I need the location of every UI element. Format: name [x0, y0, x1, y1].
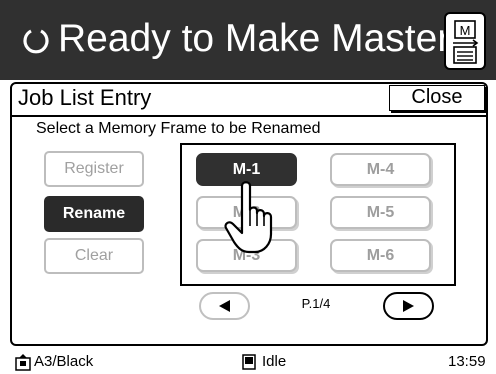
- title-divider: [10, 115, 488, 117]
- next-arrow-icon: [403, 300, 414, 312]
- machine-state-status: Idle: [262, 353, 287, 370]
- hand-pointer-icon: [224, 181, 273, 254]
- document-info-button[interactable]: M: [444, 12, 486, 70]
- close-button[interactable]: Close: [389, 85, 485, 111]
- instruction-text: Select a Memory Frame to be Renamed: [36, 120, 321, 137]
- paper-tray-icon: [15, 354, 31, 371]
- header-bar: Ready to Make Master M: [0, 0, 496, 80]
- prev-page-button[interactable]: [199, 292, 250, 320]
- clear-button[interactable]: Clear: [44, 238, 144, 274]
- panel-title: Job List Entry: [18, 85, 152, 110]
- document-icon-letter: M: [460, 23, 471, 38]
- ready-circle-icon: [23, 29, 49, 54]
- memory-frame-m5[interactable]: M-5: [330, 196, 431, 229]
- prev-arrow-icon: [219, 300, 230, 312]
- memory-frame-m6[interactable]: M-6: [330, 239, 431, 272]
- document-icon: M: [453, 20, 479, 64]
- rename-button[interactable]: Rename: [44, 196, 144, 232]
- next-page-button[interactable]: [383, 292, 434, 320]
- clock-time: 13:59: [448, 353, 486, 370]
- machine-status-title: Ready to Make Master: [58, 17, 451, 60]
- status-bar: A3/Black Idle 13:59: [0, 350, 496, 374]
- register-button[interactable]: Register: [44, 151, 144, 187]
- page-indicator: P.1/4: [301, 296, 331, 311]
- paper-size-status: A3/Black: [34, 353, 94, 370]
- memory-frame-m4[interactable]: M-4: [330, 153, 431, 186]
- machine-idle-icon: [242, 354, 256, 370]
